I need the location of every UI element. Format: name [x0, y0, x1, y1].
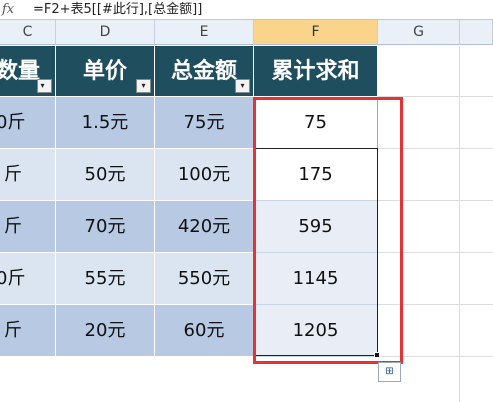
formula-input[interactable]: =F2+表5[[#此行],[总金额]] [33, 0, 202, 19]
column-header-f[interactable]: F [254, 20, 378, 45]
autofill-options-icon[interactable]: ⊞ [378, 362, 401, 382]
cell-total[interactable]: 75元 [155, 97, 254, 149]
header-price: 单价 ▾ [56, 46, 155, 97]
gridline [459, 46, 460, 402]
cell-qty[interactable]: 斤 [0, 149, 56, 201]
highlight-annotation-box [253, 97, 403, 364]
cell-price[interactable]: 55元 [56, 253, 155, 305]
fx-icon[interactable]: fx [0, 0, 27, 19]
cell-price[interactable]: 50元 [56, 149, 155, 201]
column-header-d[interactable]: D [56, 20, 155, 45]
cell-qty[interactable]: 斤 [0, 305, 56, 357]
cell-price[interactable]: 20元 [56, 305, 155, 357]
cell-price[interactable]: 1.5元 [56, 97, 155, 149]
cell-total[interactable]: 550元 [155, 253, 254, 305]
column-header-c[interactable]: C [0, 20, 56, 45]
filter-dropdown-icon[interactable]: ▾ [136, 79, 151, 93]
header-qty: 数量 ▾ [0, 46, 56, 97]
cell-total[interactable]: 420元 [155, 201, 254, 253]
formula-bar: fx =F2+表5[[#此行],[总金额]] [0, 0, 493, 20]
header-total: 总金额 ▾ [155, 46, 254, 97]
cell-total[interactable]: 100元 [155, 149, 254, 201]
header-cumulative: 累计求和 [254, 46, 378, 97]
cell-qty[interactable]: 斤 [0, 201, 56, 253]
cell-price[interactable]: 70元 [56, 201, 155, 253]
column-header-e[interactable]: E [155, 20, 254, 45]
filter-dropdown-icon[interactable]: ▾ [37, 79, 52, 93]
filter-dropdown-icon[interactable]: ▾ [235, 79, 250, 93]
cell-qty[interactable]: 0斤 [0, 97, 56, 149]
cell-total[interactable]: 60元 [155, 305, 254, 357]
column-header-g[interactable]: G [378, 20, 460, 45]
column-header-h[interactable] [460, 20, 493, 45]
cell-qty[interactable]: 0斤 [0, 253, 56, 305]
